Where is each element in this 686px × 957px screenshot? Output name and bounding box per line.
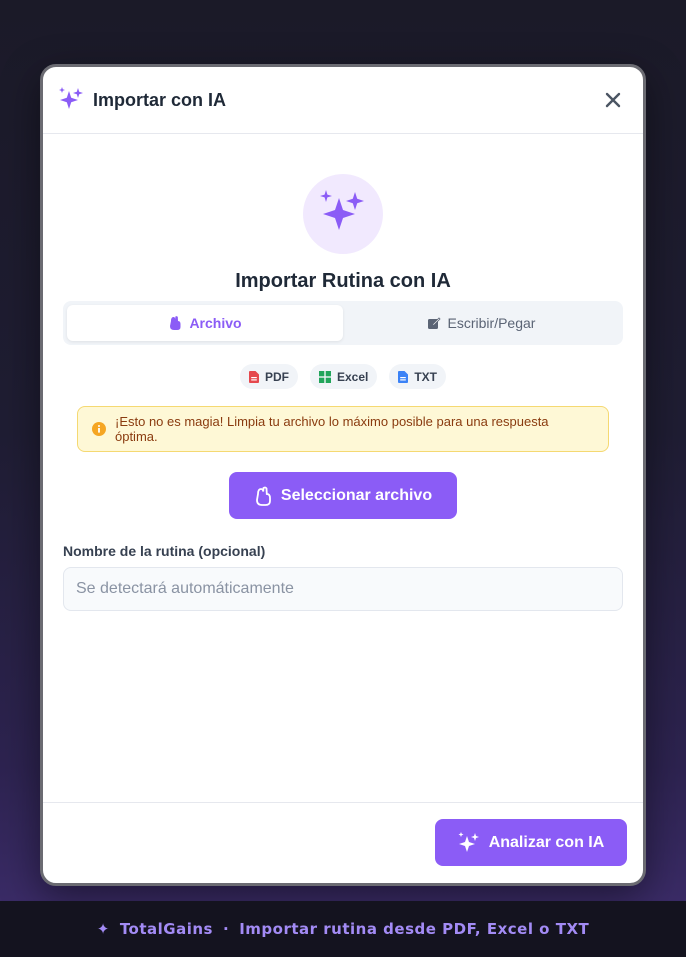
format-label: PDF — [264, 369, 289, 384]
modal-footer: Analizar con IA — [43, 802, 643, 883]
excel-grid-icon — [318, 370, 331, 383]
sparkles-icon — [59, 87, 83, 109]
info-icon — [92, 422, 106, 436]
warning-alert: ¡Esto no es magia! Limpia tu archivo lo … — [77, 406, 609, 452]
select-file-label: Seleccionar archivo — [280, 486, 433, 504]
close-button[interactable] — [599, 86, 627, 114]
sparkles-icon — [458, 831, 479, 852]
sparkle-symbol: ✦ — [96, 920, 110, 938]
file-upload-icon — [256, 486, 271, 506]
edit-icon — [427, 317, 441, 329]
format-chip-excel: Excel — [309, 364, 378, 389]
tab-escribir-label: Escribir/Pegar — [447, 315, 536, 331]
file-upload-icon — [170, 316, 181, 330]
format-chip-txt: TXT — [389, 364, 447, 389]
app-footer-bar: ✦ TotalGains · Importar rutina desde PDF… — [0, 901, 686, 957]
routine-name-label: Nombre de la rutina (opcional) — [63, 543, 266, 559]
pdf-file-icon — [248, 370, 259, 383]
format-label: TXT — [414, 369, 438, 384]
close-icon — [605, 92, 621, 108]
import-ai-modal: Importar con IA Importar Rutina con IA A… — [40, 64, 646, 886]
tab-archivo[interactable]: Archivo — [67, 305, 343, 341]
hero-icon-circle — [303, 174, 383, 254]
modal-title: Importar con IA — [93, 89, 227, 110]
format-chip-pdf: PDF — [239, 364, 298, 389]
alert-text: ¡Esto no es magia! Limpia tu archivo lo … — [114, 414, 549, 444]
supported-formats: PDF Excel TXT — [43, 364, 643, 389]
modal-header: Importar con IA — [43, 67, 643, 134]
tab-archivo-label: Archivo — [189, 315, 242, 331]
sparkles-icon — [320, 190, 364, 230]
select-file-button[interactable]: Seleccionar archivo — [229, 472, 457, 519]
tab-escribir-pegar[interactable]: Escribir/Pegar — [343, 305, 619, 341]
routine-name-input[interactable] — [63, 567, 623, 611]
separator: · — [222, 920, 230, 938]
import-mode-tabs: Archivo Escribir/Pegar — [63, 301, 623, 345]
modal-body: Importar Rutina con IA Archivo Escribir/… — [43, 134, 643, 802]
hero-title: Importar Rutina con IA — [235, 270, 451, 292]
footer-text: Importar rutina desde PDF, Excel o TXT — [239, 920, 590, 938]
brand-name: TotalGains — [119, 920, 213, 938]
analyze-label: Analizar con IA — [488, 833, 605, 851]
analyze-button[interactable]: Analizar con IA — [435, 819, 627, 866]
text-file-icon — [398, 370, 409, 383]
format-label: Excel — [336, 369, 369, 384]
